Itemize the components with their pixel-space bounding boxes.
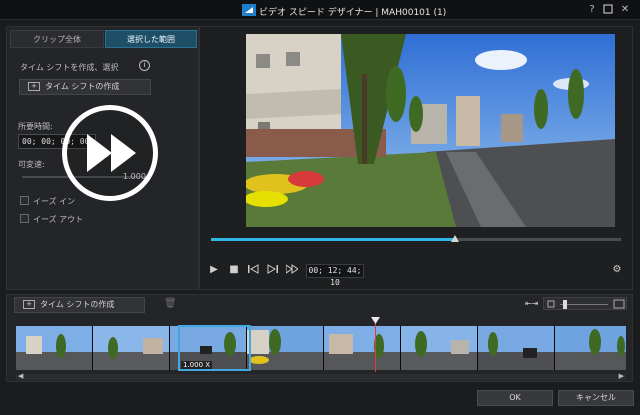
ease-out-label: イーズ アウト — [33, 215, 84, 224]
previous-frame-icon[interactable] — [247, 264, 259, 276]
add-icon: + — [28, 82, 40, 91]
zoom-control[interactable] — [543, 297, 627, 310]
maximize-icon[interactable] — [602, 4, 614, 16]
add-icon: + — [23, 300, 35, 309]
title-bar: ビデオ スピード デザイナー | MAH00101 (1) ? ✕ — [0, 0, 640, 20]
ease-out-checkbox[interactable] — [20, 214, 29, 223]
filmstrip-frame[interactable] — [16, 326, 93, 370]
cancel-button[interactable]: キャンセル — [558, 390, 634, 406]
speed-label: 可変速: — [18, 160, 45, 169]
fit-timeline-icon[interactable]: ⇤⇥ — [525, 298, 538, 310]
close-icon[interactable]: ✕ — [619, 4, 631, 16]
info-icon[interactable]: i — [139, 60, 150, 71]
seek-thumb[interactable] — [451, 235, 459, 242]
play-icon[interactable]: ▶ — [208, 264, 220, 276]
seek-progress — [211, 238, 457, 241]
timeline-create-timeshift-label: タイム シフトの作成 — [40, 300, 115, 309]
timeline-create-timeshift-button[interactable]: + タイム シフトの作成 — [14, 297, 145, 313]
ease-in-checkbox[interactable] — [20, 196, 29, 205]
next-frame-icon[interactable] — [266, 264, 278, 276]
filmstrip-frame[interactable] — [555, 326, 626, 370]
timeline-scrollbar[interactable]: ◀ ▶ — [16, 372, 626, 380]
seek-bar[interactable] — [211, 238, 621, 241]
tab-selected-range[interactable]: 選択した範囲 — [105, 30, 197, 48]
filmstrip-frame[interactable] — [324, 326, 401, 370]
filmstrip-frame[interactable] — [478, 326, 555, 370]
scroll-right-icon[interactable]: ▶ — [619, 372, 624, 380]
filmstrip[interactable] — [16, 326, 626, 370]
playhead-line — [375, 322, 376, 372]
scroll-left-icon[interactable]: ◀ — [18, 372, 23, 380]
ease-in-label: イーズ イン — [33, 197, 76, 206]
timecode-display: 00; 12; 44; 10 — [306, 264, 364, 287]
create-timeshift-button[interactable]: + タイム シフトの作成 — [19, 79, 151, 95]
app-logo-icon — [242, 4, 256, 16]
trash-icon[interactable]: 🗑 — [164, 298, 177, 310]
fast-forward-overlay-icon — [62, 105, 158, 201]
create-timeshift-label: タイム シフトの作成 — [45, 82, 120, 91]
stop-icon[interactable]: ■ — [228, 264, 240, 276]
duration-label: 所要時間: — [18, 122, 53, 131]
ok-button[interactable]: OK — [477, 390, 553, 406]
settings-gear-icon[interactable]: ⚙ — [611, 264, 623, 276]
tab-whole-clip[interactable]: クリップ全体 — [10, 30, 104, 48]
video-preview[interactable] — [246, 34, 615, 227]
fast-forward-icon[interactable] — [285, 264, 299, 276]
window-title: ビデオ スピード デザイナー | MAH00101 (1) — [259, 8, 447, 18]
filmstrip-frame[interactable] — [93, 326, 170, 370]
help-icon[interactable]: ? — [586, 4, 598, 16]
filmstrip-frame[interactable] — [401, 326, 478, 370]
filmstrip-frame[interactable] — [247, 326, 324, 370]
section-label: タイム シフトを作成、選択 — [20, 63, 119, 72]
selected-range-speed: 1.000 X — [181, 361, 213, 369]
